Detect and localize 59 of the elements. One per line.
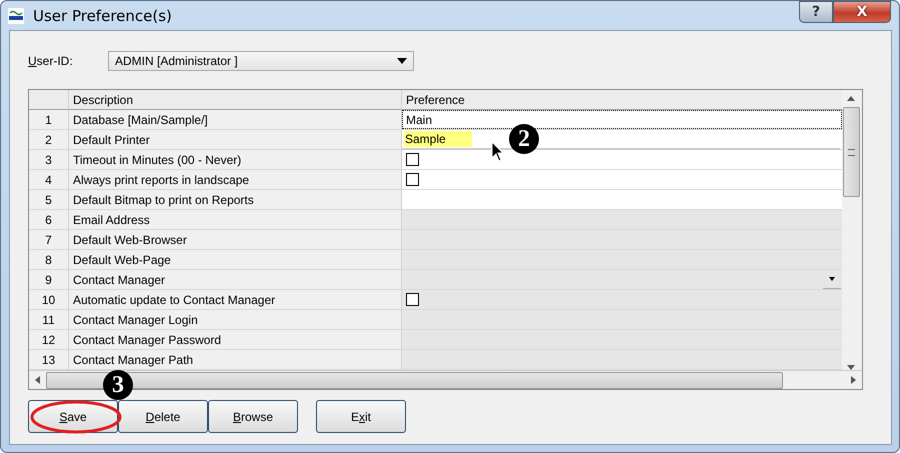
table-cell: Email Address — [69, 210, 402, 230]
table-cell: Automatic update to Contact Manager — [69, 290, 402, 310]
preference-cell[interactable] — [402, 170, 842, 190]
window-title: User Preference(s) — [33, 6, 172, 24]
checkbox[interactable] — [406, 153, 419, 166]
user-id-dropdown[interactable]: ADMIN [Administrator ] — [108, 51, 414, 71]
column-header: Description — [69, 90, 402, 110]
user-id-label: User-ID: — [28, 54, 74, 68]
preference-cell[interactable] — [402, 250, 842, 270]
action-button[interactable]: Delete — [118, 400, 208, 433]
row-number: 9 — [29, 270, 69, 290]
preference-cell[interactable] — [402, 150, 842, 170]
action-button[interactable]: Exit — [316, 400, 406, 433]
scroll-up-icon[interactable] — [847, 96, 855, 101]
table-cell: Database [Main/Sample/] — [69, 110, 402, 130]
preference-cell[interactable] — [402, 210, 842, 230]
table-cell: Timeout in Minutes (00 - Never) — [69, 150, 402, 170]
help-button[interactable]: ? — [799, 1, 833, 23]
preference-cell[interactable] — [402, 350, 842, 370]
preference-cell[interactable] — [402, 230, 842, 250]
preference-cell[interactable]: Main — [402, 110, 842, 130]
column-header: Preference — [402, 90, 842, 110]
preference-cell[interactable] — [402, 290, 842, 310]
row-number: 5 — [29, 190, 69, 210]
row-number: 10 — [29, 290, 69, 310]
row-number: 1 — [29, 110, 69, 130]
checkbox[interactable] — [406, 173, 419, 186]
preference-cell[interactable] — [402, 330, 842, 350]
row-number: 2 — [29, 130, 69, 150]
scroll-right-icon[interactable] — [851, 376, 856, 384]
table-cell: Always print reports in landscape — [69, 170, 402, 190]
list-option[interactable]: Sample — [404, 131, 472, 147]
preference-cell[interactable] — [402, 190, 842, 210]
row-number: 4 — [29, 170, 69, 190]
preference-cell[interactable] — [402, 310, 842, 330]
row-number: 7 — [29, 230, 69, 250]
app-logo-icon — [8, 8, 24, 24]
table-cell: Default Web-Page — [69, 250, 402, 270]
row-number: 6 — [29, 210, 69, 230]
dropdown-arrow-icon — [397, 58, 407, 64]
scroll-left-icon[interactable] — [35, 376, 40, 384]
checkbox[interactable] — [406, 293, 419, 306]
table-cell: Contact Manager Login — [69, 310, 402, 330]
table-cell: Default Web-Browser — [69, 230, 402, 250]
action-button[interactable]: Browse — [208, 400, 298, 433]
table-cell: Default Bitmap to print on Reports — [69, 190, 402, 210]
row-number: 12 — [29, 330, 69, 350]
close-button[interactable]: X — [833, 1, 891, 23]
table-cell: Contact Manager Password — [69, 330, 402, 350]
table-cell: Contact Manager — [69, 270, 402, 290]
scroll-down-icon[interactable] — [847, 365, 855, 370]
dropdown-arrow-icon — [829, 277, 835, 281]
table-cell: Default Printer — [69, 130, 402, 150]
table-cell: Contact Manager Path — [69, 350, 402, 370]
preference-cell[interactable] — [402, 270, 842, 290]
row-number: 3 — [29, 150, 69, 170]
row-number: 11 — [29, 310, 69, 330]
row-number: 8 — [29, 250, 69, 270]
row-number: 13 — [29, 350, 69, 370]
